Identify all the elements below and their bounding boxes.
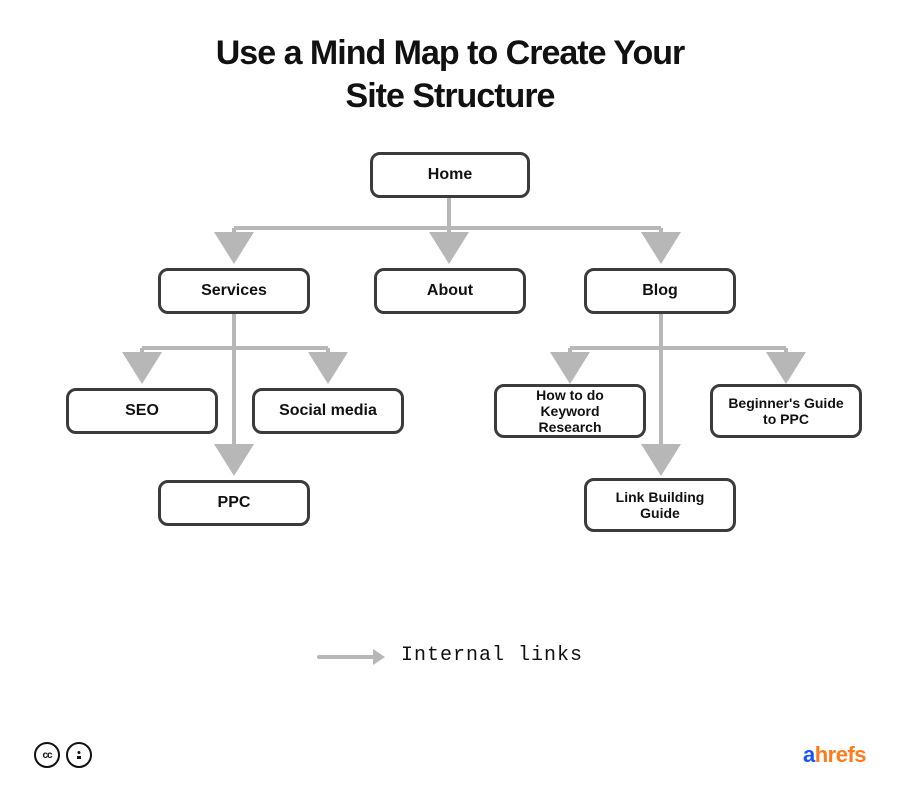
- legend-arrow-icon: [317, 651, 385, 661]
- cc-icon-label: cc: [42, 750, 51, 761]
- attribution-icon: [66, 742, 92, 768]
- brand-logo: ahrefs: [803, 742, 866, 768]
- node-home-label: Home: [428, 166, 472, 184]
- node-home: Home: [370, 152, 530, 198]
- node-seo-label: SEO: [125, 402, 159, 420]
- node-ppc-label: PPC: [218, 494, 251, 512]
- node-blog: Blog: [584, 268, 736, 314]
- node-kw-research: How to do Keyword Research: [494, 384, 646, 438]
- brand-a: a: [803, 742, 815, 767]
- brand-rest: hrefs: [815, 742, 866, 767]
- node-about: About: [374, 268, 526, 314]
- person-icon: [73, 749, 85, 761]
- legend: Internal links: [0, 644, 900, 667]
- node-services-label: Services: [201, 282, 267, 300]
- node-kw-label: How to do Keyword Research: [507, 387, 633, 435]
- footer: cc ahrefs: [34, 742, 866, 768]
- legend-label: Internal links: [401, 644, 583, 667]
- node-seo: SEO: [66, 388, 218, 434]
- node-about-label: About: [427, 282, 473, 300]
- node-social-label: Social media: [279, 402, 377, 420]
- node-ppc: PPC: [158, 480, 310, 526]
- node-linkbuild-label: Link Building Guide: [597, 489, 723, 521]
- node-social: Social media: [252, 388, 404, 434]
- title-line-1: Use a Mind Map to Create Your: [216, 34, 685, 72]
- node-begppc-label: Beginner's Guide to PPC: [723, 395, 849, 427]
- cc-icon: cc: [34, 742, 60, 768]
- node-beginner-ppc: Beginner's Guide to PPC: [710, 384, 862, 438]
- node-link-building: Link Building Guide: [584, 478, 736, 532]
- node-services: Services: [158, 268, 310, 314]
- node-blog-label: Blog: [642, 282, 678, 300]
- page-title: Use a Mind Map to Create Your Site Struc…: [0, 32, 900, 117]
- diagram-canvas: Use a Mind Map to Create Your Site Struc…: [0, 0, 900, 802]
- license-icons: cc: [34, 742, 92, 768]
- title-line-2: Site Structure: [346, 77, 555, 115]
